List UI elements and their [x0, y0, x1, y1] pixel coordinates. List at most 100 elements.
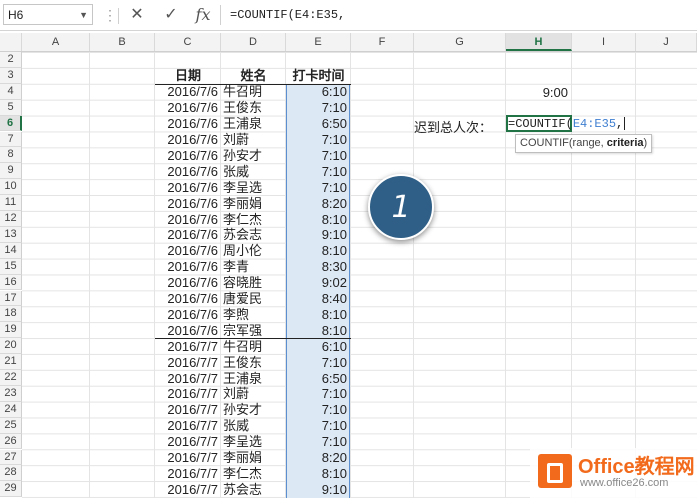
date-cell[interactable]: 2016/7/6: [155, 259, 218, 274]
name-cell[interactable]: 孙安才: [223, 148, 286, 163]
name-cell[interactable]: 王俊东: [223, 355, 286, 370]
row-header-9[interactable]: 9: [0, 163, 22, 180]
time-cell[interactable]: 7:10: [286, 100, 347, 115]
date-cell[interactable]: 2016/7/6: [155, 116, 218, 131]
date-cell[interactable]: 2016/7/6: [155, 212, 218, 227]
time-cell[interactable]: 7:10: [286, 386, 347, 401]
time-cell[interactable]: 7:10: [286, 180, 347, 195]
date-cell[interactable]: 2016/7/6: [155, 100, 218, 115]
name-cell[interactable]: 李呈选: [223, 180, 286, 195]
date-cell[interactable]: 2016/7/6: [155, 84, 218, 99]
column-header-h[interactable]: H: [506, 33, 572, 51]
name-cell[interactable]: 李仁杰: [223, 466, 286, 481]
column-header-e[interactable]: E: [286, 33, 351, 51]
date-cell[interactable]: 2016/7/7: [155, 339, 218, 354]
formula-input[interactable]: =COUNTIF(E4:E35,: [230, 4, 690, 26]
row-header-6[interactable]: 6: [0, 115, 22, 132]
time-cell[interactable]: 6:50: [286, 116, 347, 131]
cell-g6-label[interactable]: 迟到总人次：: [414, 117, 492, 136]
name-cell[interactable]: 张威: [223, 418, 286, 433]
row-header-28[interactable]: 28: [0, 465, 22, 482]
row-header-29[interactable]: 29: [0, 481, 22, 498]
date-cell[interactable]: 2016/7/6: [155, 323, 218, 338]
date-cell[interactable]: 2016/7/6: [155, 291, 218, 306]
time-cell[interactable]: 7:10: [286, 148, 347, 163]
column-header-i[interactable]: I: [572, 33, 636, 51]
insert-function-icon[interactable]: fx: [192, 3, 214, 27]
date-cell[interactable]: 2016/7/7: [155, 482, 218, 497]
row-header-3[interactable]: 3: [0, 67, 22, 84]
name-cell[interactable]: 刘蔚: [223, 132, 286, 147]
time-cell[interactable]: 6:10: [286, 339, 347, 354]
column-header-c[interactable]: C: [155, 33, 221, 51]
time-cell[interactable]: 7:10: [286, 402, 347, 417]
time-cell[interactable]: 6:50: [286, 371, 347, 386]
row-header-27[interactable]: 27: [0, 449, 22, 466]
row-header-18[interactable]: 18: [0, 306, 22, 323]
name-cell[interactable]: 周小伦: [223, 243, 286, 258]
header-name[interactable]: 姓名: [221, 68, 286, 83]
name-cell[interactable]: 李青: [223, 259, 286, 274]
row-header-17[interactable]: 17: [0, 290, 22, 307]
chevron-down-icon[interactable]: ▼: [79, 5, 88, 26]
date-cell[interactable]: 2016/7/7: [155, 402, 218, 417]
cancel-icon[interactable]: ✕: [126, 3, 148, 27]
name-cell[interactable]: 孙安才: [223, 402, 286, 417]
row-header-11[interactable]: 11: [0, 195, 22, 211]
time-cell[interactable]: 9:10: [286, 227, 347, 242]
row-header-22[interactable]: 22: [0, 370, 22, 386]
drag-handle-icon[interactable]: ⋮: [103, 8, 117, 22]
date-cell[interactable]: 2016/7/6: [155, 307, 218, 322]
date-cell[interactable]: 2016/7/6: [155, 164, 218, 179]
row-header-16[interactable]: 16: [0, 274, 22, 291]
time-cell[interactable]: 8:10: [286, 212, 347, 227]
row-header-14[interactable]: 14: [0, 242, 22, 259]
name-cell[interactable]: 牛召明: [223, 84, 286, 99]
date-cell[interactable]: 2016/7/6: [155, 196, 218, 211]
name-cell[interactable]: 刘蔚: [223, 386, 286, 401]
enter-icon[interactable]: ✓: [160, 3, 182, 27]
name-cell[interactable]: 牛召明: [223, 339, 286, 354]
time-cell[interactable]: 8:20: [286, 196, 347, 211]
row-header-8[interactable]: 8: [0, 147, 22, 164]
row-header-23[interactable]: 23: [0, 385, 22, 402]
date-cell[interactable]: 2016/7/7: [155, 418, 218, 433]
name-cell[interactable]: 李煦: [223, 307, 286, 322]
time-cell[interactable]: 7:10: [286, 418, 347, 433]
time-cell[interactable]: 7:10: [286, 434, 347, 449]
name-cell[interactable]: 苏会志: [223, 227, 286, 242]
date-cell[interactable]: 2016/7/6: [155, 275, 218, 290]
date-cell[interactable]: 2016/7/7: [155, 450, 218, 465]
row-header-2[interactable]: 2: [0, 52, 22, 68]
time-cell[interactable]: 8:10: [286, 307, 347, 322]
time-cell[interactable]: 9:02: [286, 275, 347, 290]
name-cell[interactable]: 苏会志: [223, 482, 286, 497]
name-cell[interactable]: 容晓胜: [223, 275, 286, 290]
function-tooltip[interactable]: COUNTIF(range, criteria): [515, 134, 653, 153]
date-cell[interactable]: 2016/7/7: [155, 371, 218, 386]
row-header-13[interactable]: 13: [0, 226, 22, 243]
date-cell[interactable]: 2016/7/7: [155, 434, 218, 449]
time-cell[interactable]: 6:10: [286, 84, 347, 99]
time-cell[interactable]: 8:10: [286, 466, 347, 481]
row-header-7[interactable]: 7: [0, 131, 22, 148]
date-cell[interactable]: 2016/7/6: [155, 180, 218, 195]
column-header-g[interactable]: G: [414, 33, 506, 51]
date-cell[interactable]: 2016/7/7: [155, 355, 218, 370]
column-header-j[interactable]: J: [636, 33, 697, 51]
time-cell[interactable]: 8:10: [286, 323, 347, 338]
column-header-d[interactable]: D: [221, 33, 286, 51]
row-header-12[interactable]: 12: [0, 211, 22, 227]
date-cell[interactable]: 2016/7/7: [155, 466, 218, 481]
time-cell[interactable]: 8:30: [286, 259, 347, 274]
row-header-4[interactable]: 4: [0, 83, 22, 100]
column-header-a[interactable]: A: [22, 33, 90, 51]
column-header-f[interactable]: F: [351, 33, 414, 51]
name-cell[interactable]: 王浦泉: [223, 116, 286, 131]
name-cell[interactable]: 王浦泉: [223, 371, 286, 386]
row-header-21[interactable]: 21: [0, 354, 22, 370]
time-cell[interactable]: 8:10: [286, 243, 347, 258]
name-cell[interactable]: 唐爱民: [223, 291, 286, 306]
name-cell[interactable]: 李仁杰: [223, 212, 286, 227]
time-cell[interactable]: 7:10: [286, 164, 347, 179]
